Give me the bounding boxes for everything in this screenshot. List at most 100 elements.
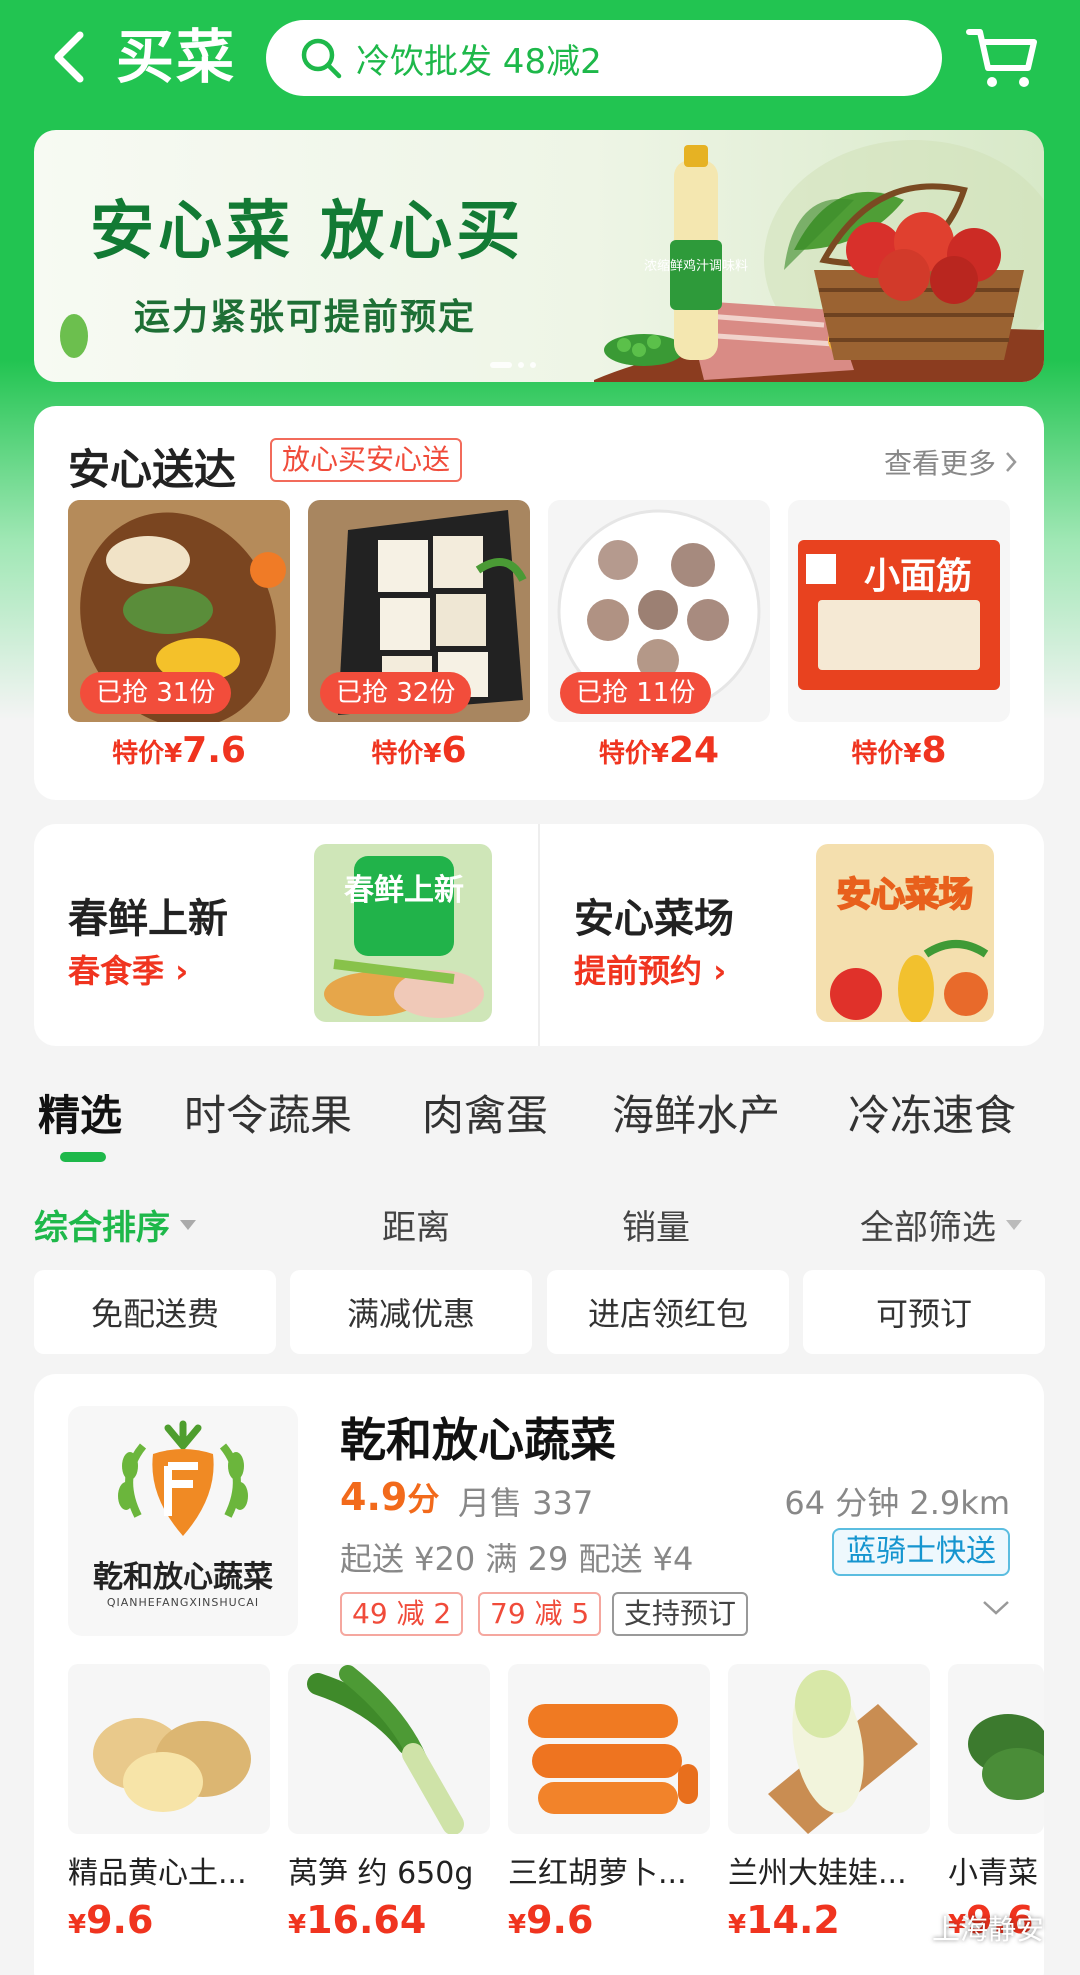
promo-image: 春鲜上新 [314, 844, 492, 1022]
promo-title: 春鲜上新 [68, 896, 228, 942]
product-name: 莴笋 约 650g [288, 1856, 474, 1891]
promo-link[interactable]: 春食季 › [68, 946, 188, 992]
preorder-tag: 支持预订 [612, 1592, 749, 1636]
carousel-dot [530, 362, 536, 368]
rider-badge: 蓝骑士快送 [832, 1528, 1010, 1576]
chevron-right-icon: › [175, 952, 189, 990]
chevron-left-icon [54, 31, 84, 83]
sold-count-badge: 已抢 32份 [320, 672, 472, 714]
category-tabs: 精选 时令蔬果 肉禽蛋 海鲜水产 冷冻速食 [0, 1072, 1080, 1172]
promo-image-label: 春鲜上新 [344, 873, 464, 908]
promo-image-label: 安心菜场 [837, 875, 973, 915]
see-more-label: 查看更多 [883, 447, 996, 480]
safe-delivery-card: 安心送达 放心买安心送 查看更多 已抢 31份 特价¥7.6 已抢 32份 特价… [34, 406, 1044, 800]
caret-down-icon [1006, 1219, 1022, 1230]
product-price: ¥9.6 [508, 1898, 594, 1942]
search-bar[interactable]: 冷饮批发 48减2 [266, 20, 942, 96]
filter-discounts[interactable]: 满减优惠 [290, 1270, 532, 1354]
product-name: 精品黄心土... [68, 1856, 247, 1891]
page-title: 买菜 [116, 23, 237, 91]
product-card[interactable]: 小青菜 ¥9.6 [948, 1664, 1044, 1942]
product-card[interactable]: 莴笋 约 650g ¥16.64 [288, 1664, 490, 1942]
package-label: 小面筋 [864, 556, 972, 597]
watermark: 上海静安 [888, 1908, 1044, 1948]
filter-store-coupons[interactable]: 进店领红包 [547, 1270, 789, 1354]
store-logo-text: 乾和放心蔬菜 [93, 1560, 273, 1595]
carousel-dot [490, 362, 512, 368]
see-more-link[interactable]: 查看更多 [884, 442, 1018, 482]
store-logo-subtext: QIANHEFANGXINSHUCAI [106, 1596, 260, 1609]
carousel-dots [490, 362, 536, 368]
min-order-fee: 起送 ¥20 满 29 配送 ¥4 [340, 1540, 694, 1578]
section-title: 安心送达 [68, 445, 237, 494]
sold-count-badge: 已抢 31份 [80, 672, 232, 714]
tab-seasonal-produce[interactable]: 时令蔬果 [184, 1082, 352, 1143]
cart-button[interactable] [962, 22, 1042, 94]
sort-all-filters[interactable]: 全部筛选 [860, 1200, 1022, 1249]
banner-produce-illustration: 浓缩鲜鸡汁调味料 [60, 140, 1044, 382]
product-image: 小面筋 [788, 500, 1010, 722]
search-icon [301, 38, 342, 79]
deal-item[interactable]: 已抢 32份 特价¥6 [308, 500, 530, 771]
product-image [288, 1664, 490, 1834]
product-name: 兰州大娃娃... [728, 1856, 907, 1891]
delivery-eta: 64 分钟 2.9km [784, 1484, 1010, 1522]
deal-item[interactable]: 已抢 11份 特价¥24 [548, 500, 770, 771]
promo-banner[interactable]: 安心菜 放心买 运力紧张可提前预定 浓缩鲜鸡汁调味料 [34, 130, 1044, 382]
product-name: 小青菜 [948, 1856, 1038, 1891]
chevron-down-icon [983, 1601, 1009, 1615]
product-image [948, 1664, 1044, 1834]
chevron-right-icon: › [713, 952, 727, 990]
promo-link[interactable]: 提前预约 › [574, 946, 726, 992]
expand-button[interactable] [982, 1600, 1010, 1620]
chevron-right-icon [1006, 452, 1017, 472]
store-name: 乾和放心蔬菜 [340, 1413, 616, 1467]
product-name: 三红胡萝卜... [508, 1856, 687, 1891]
filter-free-delivery[interactable]: 免配送费 [34, 1270, 276, 1354]
back-button[interactable] [44, 22, 94, 92]
product-image: 已抢 11份 [548, 500, 770, 722]
product-card[interactable]: 三红胡萝卜... ¥9.6 [508, 1664, 710, 1942]
product-card[interactable]: 精品黄心土... ¥9.6 [68, 1664, 270, 1942]
product-image [728, 1664, 930, 1834]
sold-count-badge: 已抢 11份 [560, 672, 712, 714]
search-placeholder: 冷饮批发 48减2 [356, 41, 602, 82]
promo-title: 安心菜场 [574, 896, 734, 942]
store-logo: 乾和放心蔬菜 QIANHEFANGXINSHUCAI [68, 1406, 298, 1636]
caret-down-icon [180, 1219, 196, 1230]
active-tab-indicator [60, 1152, 106, 1162]
tab-seafood[interactable]: 海鲜水产 [612, 1082, 780, 1143]
product-image [68, 1664, 270, 1834]
product-card[interactable]: 兰州大娃娃... ¥14.2 [728, 1664, 930, 1942]
promo-safe-market[interactable]: 安心菜场 提前预约 › 安心菜场 [540, 824, 1044, 1046]
shopping-cart-icon [966, 29, 1037, 87]
promo-spring-fresh[interactable]: 春鲜上新 春食季 › 春鲜上新 [34, 824, 538, 1046]
filter-preorder[interactable]: 可预订 [803, 1270, 1045, 1354]
tab-featured[interactable]: 精选 [38, 1082, 122, 1143]
wechat-icon [888, 1913, 924, 1942]
monthly-sales: 月售 337 [458, 1484, 594, 1522]
tab-meat-poultry-eggs[interactable]: 肉禽蛋 [422, 1082, 548, 1143]
deal-item[interactable]: 小面筋 特价¥8 [788, 500, 1010, 771]
discount-tag: 79 减 5 [478, 1592, 602, 1636]
tab-frozen-food[interactable]: 冷冻速食 [848, 1082, 1016, 1143]
deal-price: 特价¥6 [371, 730, 467, 771]
deal-price: 特价¥7.6 [112, 730, 246, 771]
product-image: 已抢 31份 [68, 500, 290, 722]
deal-item[interactable]: 已抢 31份 特价¥7.6 [68, 500, 290, 771]
sort-composite[interactable]: 综合排序 [34, 1200, 196, 1249]
store-card[interactable]: 乾和放心蔬菜 QIANHEFANGXINSHUCAI 乾和放心蔬菜 4.9分 月… [34, 1374, 1044, 1975]
promo-image: 安心菜场 [816, 844, 994, 1022]
section-tag: 放心买安心送 [270, 438, 463, 482]
promo-card: 春鲜上新 春食季 › 春鲜上新 安心菜场 提前预约 › 安心菜场 [34, 824, 1044, 1046]
carousel-dot [518, 362, 524, 368]
header: 买菜 冷饮批发 48减2 [0, 0, 1080, 120]
product-price: ¥16.64 [288, 1898, 427, 1942]
deal-price: 特价¥24 [598, 730, 720, 771]
deal-price: 特价¥8 [851, 730, 947, 771]
discount-tag: 49 减 2 [340, 1592, 464, 1636]
sort-distance[interactable]: 距离 [382, 1200, 450, 1249]
product-image: 已抢 32份 [308, 500, 530, 722]
sort-sales[interactable]: 销量 [622, 1200, 690, 1249]
product-price: ¥9.6 [68, 1898, 154, 1942]
